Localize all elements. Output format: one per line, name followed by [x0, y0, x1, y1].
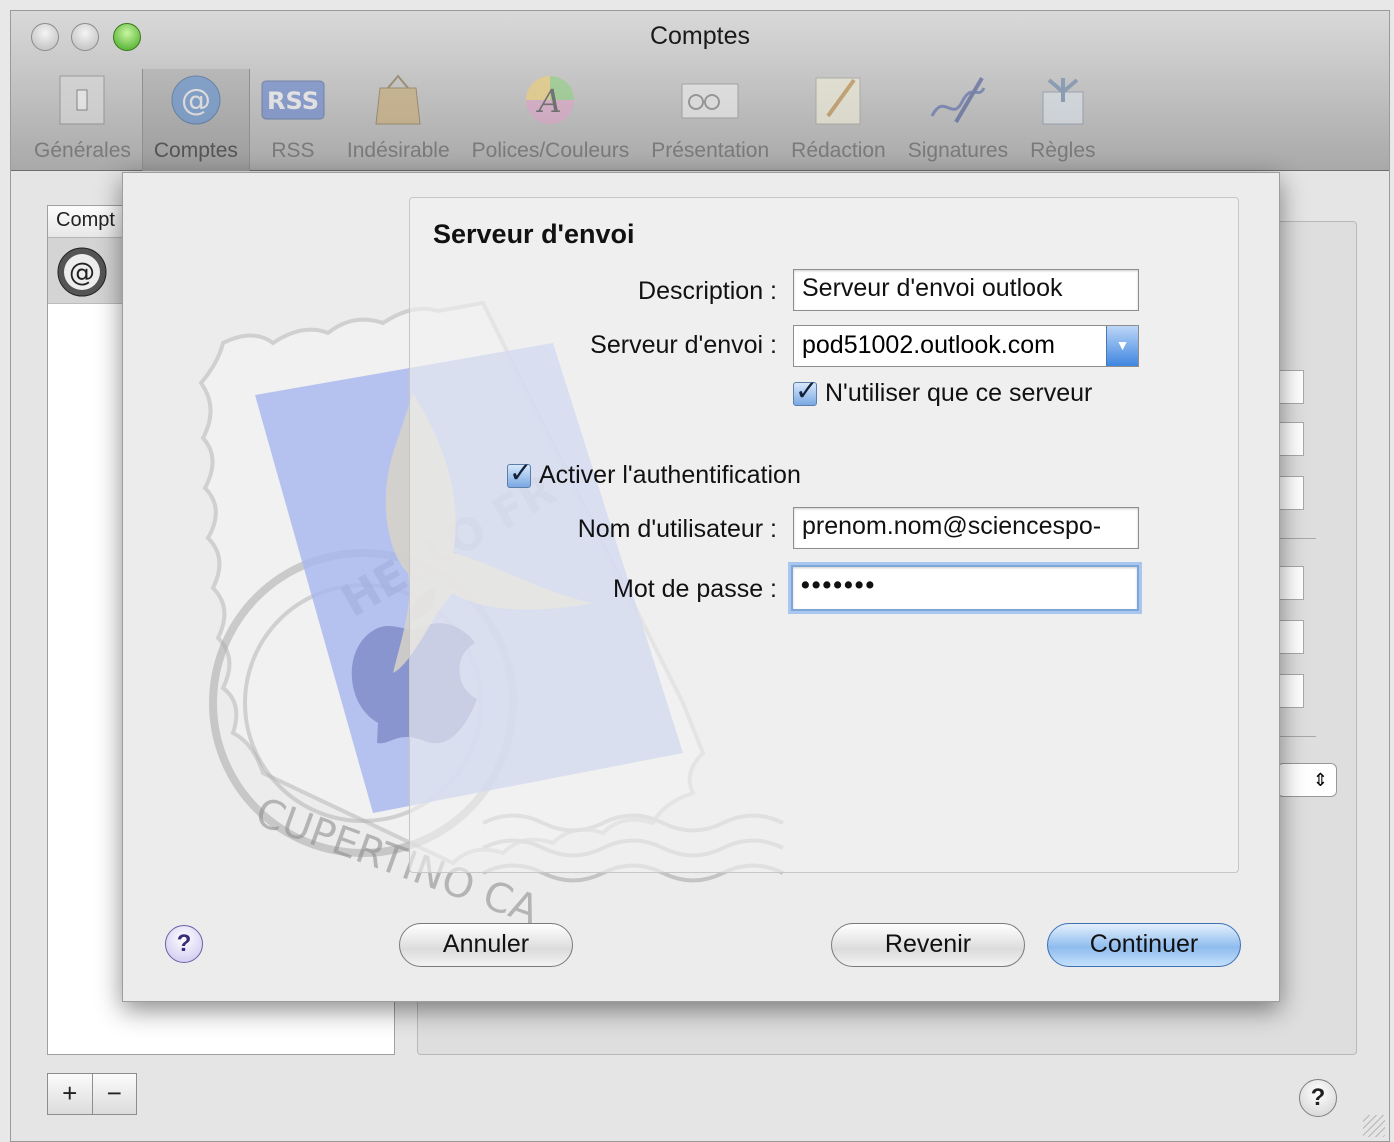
- at-sign-icon: @: [164, 69, 228, 131]
- back-button[interactable]: Revenir: [831, 923, 1025, 967]
- switch-icon: [50, 69, 114, 131]
- toolbar-item-presentation[interactable]: Présentation: [640, 69, 780, 171]
- password-field[interactable]: •••••••: [791, 565, 1139, 611]
- toolbar-item-redaction[interactable]: Rédaction: [780, 69, 897, 171]
- viewing-icon: [678, 69, 742, 131]
- toolbar-item-comptes[interactable]: @ Comptes: [141, 69, 250, 171]
- add-remove-control: + −: [47, 1073, 137, 1115]
- only-this-server-checkbox-row[interactable]: N'utiliser que ce serveur: [793, 374, 1093, 408]
- toolbar-item-polices-couleurs[interactable]: A Polices/Couleurs: [461, 69, 641, 171]
- toolbar-item-regles[interactable]: Règles: [1019, 69, 1106, 171]
- font-colors-icon: A: [518, 69, 582, 131]
- help-button[interactable]: ?: [1299, 1079, 1337, 1117]
- username-field[interactable]: prenom.nom@sciencespo-: [793, 507, 1139, 549]
- popup-stepper[interactable]: ⇕: [1277, 763, 1337, 797]
- only-this-server-checkbox[interactable]: [793, 374, 818, 407]
- toolbar-label-presentation: Présentation: [651, 139, 770, 162]
- toolbar-label-signatures: Signatures: [907, 139, 1009, 162]
- continue-button[interactable]: Continuer: [1047, 923, 1241, 967]
- sheet-help-button[interactable]: ?: [165, 925, 203, 963]
- remove-account-button[interactable]: −: [93, 1074, 137, 1114]
- signature-icon: [926, 69, 990, 131]
- toolbar-label-redaction: Rédaction: [791, 139, 886, 162]
- description-field[interactable]: Serveur d'envoi outlook: [793, 269, 1139, 311]
- junk-bag-icon: [366, 69, 430, 131]
- resize-grip-icon[interactable]: [1363, 1115, 1385, 1137]
- toolbar-label-comptes: Comptes: [153, 139, 238, 162]
- toolbar-label-indesirable: Indésirable: [346, 139, 450, 162]
- svg-text:A: A: [536, 82, 562, 120]
- outgoing-server-combobox[interactable]: pod51002.outlook.com ▼: [793, 325, 1139, 367]
- svg-text:RSS: RSS: [267, 87, 319, 115]
- account-at-icon: @: [57, 247, 107, 297]
- outgoing-server-sheet: HELLO FR CUPERTINO CA Serveur d'envoi De…: [122, 172, 1280, 1002]
- enable-auth-checkbox[interactable]: [507, 456, 532, 489]
- auth-checkbox-row[interactable]: Activer l'authentification: [507, 456, 801, 490]
- composing-icon: [806, 69, 870, 131]
- toolbar-item-indesirable[interactable]: Indésirable: [336, 69, 461, 171]
- window-title: Comptes: [649, 22, 751, 50]
- cancel-button[interactable]: Annuler: [399, 923, 573, 967]
- toolbar-item-rss[interactable]: RSS RSS: [250, 69, 336, 171]
- password-label: Mot de passe :: [613, 575, 777, 603]
- svg-text:@: @: [69, 258, 95, 288]
- toolbar-label-generales: Générales: [34, 139, 131, 162]
- toolbar-item-signatures[interactable]: Signatures: [897, 69, 1019, 171]
- preferences-toolbar: Générales @ Comptes RSS RSS Indésirable: [23, 69, 1107, 171]
- outgoing-server-label: Serveur d'envoi :: [590, 331, 777, 359]
- only-this-server-label: N'utiliser que ce serveur: [825, 379, 1093, 407]
- outgoing-server-value: pod51002.outlook.com: [802, 331, 1055, 359]
- svg-text:@: @: [181, 83, 211, 118]
- rules-icon: [1031, 69, 1095, 131]
- toolbar-label-polices-couleurs: Polices/Couleurs: [471, 139, 630, 162]
- enable-auth-label: Activer l'authentification: [539, 461, 801, 489]
- toolbar-label-rss: RSS: [271, 139, 315, 162]
- toolbar-item-generales[interactable]: Générales: [23, 69, 142, 171]
- toolbar-label-regles: Règles: [1030, 139, 1096, 162]
- rss-icon: RSS: [261, 69, 325, 131]
- add-account-button[interactable]: +: [48, 1074, 93, 1114]
- chevron-down-icon[interactable]: ▼: [1106, 326, 1138, 366]
- sheet-title: Serveur d'envoi: [433, 219, 635, 249]
- username-label: Nom d'utilisateur :: [577, 515, 777, 543]
- title-bar: Comptes Générales @ Comptes RSS RSS Indé…: [11, 11, 1389, 171]
- description-label: Description :: [638, 277, 777, 305]
